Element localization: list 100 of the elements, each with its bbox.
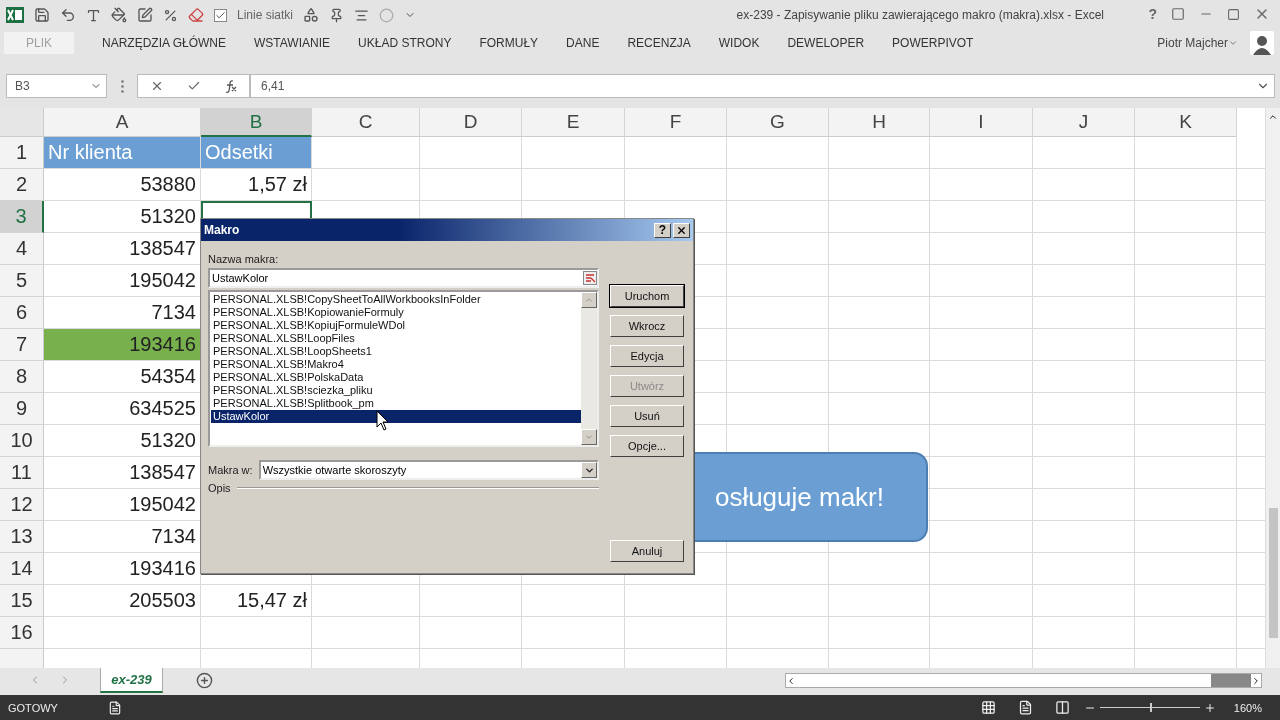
collapse-dialog-icon[interactable]: [583, 271, 597, 285]
column-header[interactable]: H: [829, 108, 930, 137]
scroll-up-icon[interactable]: [1268, 112, 1278, 122]
macro-record-icon[interactable]: [107, 700, 122, 715]
scrollbar-thumb[interactable]: [1211, 674, 1251, 687]
scrollbar-thumb[interactable]: [1268, 508, 1278, 638]
ribbon-tab[interactable]: FORMUŁY: [465, 31, 553, 54]
cancel-button[interactable]: Anuluj: [610, 540, 684, 562]
column-header[interactable]: I: [930, 108, 1033, 137]
save-icon[interactable]: [34, 7, 50, 23]
eraser-icon[interactable]: [188, 7, 204, 23]
table-cell[interactable]: 7134: [44, 297, 201, 329]
maximize-icon[interactable]: [1227, 7, 1240, 21]
row-header[interactable]: 2: [0, 169, 44, 201]
ribbon-tab[interactable]: UKŁAD STRONY: [344, 31, 466, 54]
dialog-button[interactable]: Uruchom: [610, 285, 684, 307]
column-header[interactable]: B: [201, 108, 312, 137]
function-icon[interactable]: [223, 79, 238, 93]
table-cell[interactable]: 193416: [44, 329, 201, 361]
undo-icon[interactable]: [60, 7, 76, 23]
help-button[interactable]: ?: [1148, 6, 1157, 22]
macro-list-item[interactable]: PERSONAL.XLSB!PolskaData: [211, 371, 581, 384]
row-header[interactable]: 1: [0, 137, 44, 169]
column-header[interactable]: K: [1135, 108, 1237, 137]
percent-icon[interactable]: [163, 7, 178, 23]
ribbon-tab[interactable]: RECENZJA: [613, 31, 705, 54]
column-header[interactable]: C: [312, 108, 420, 137]
horizontal-scrollbar[interactable]: [785, 673, 1262, 688]
row-header[interactable]: 16: [0, 617, 44, 649]
macro-list-item[interactable]: PERSONAL.XLSB!KopiujFormuleWDol: [211, 319, 581, 332]
row-header[interactable]: 13: [0, 521, 44, 553]
macro-list-item[interactable]: UstawKolor: [211, 410, 581, 423]
font-size-icon[interactable]: [86, 7, 101, 23]
dialog-button[interactable]: Opcje...: [610, 435, 684, 457]
table-cell[interactable]: 138547: [44, 233, 201, 265]
row-header[interactable]: 8: [0, 361, 44, 393]
column-header[interactable]: E: [522, 108, 625, 137]
normal-view-icon[interactable]: [980, 700, 996, 715]
macro-list-item[interactable]: PERSONAL.XLSB!Makro4: [211, 358, 581, 371]
zoom-level[interactable]: 160%: [1233, 701, 1262, 714]
user-name[interactable]: Piotr Majcher: [1157, 35, 1228, 50]
ribbon-tab[interactable]: NARZĘDZIA GŁÓWNE: [88, 31, 241, 54]
ribbon-tab[interactable]: WIDOK: [704, 31, 774, 54]
dialog-button[interactable]: Wkrocz: [610, 315, 684, 337]
shapes-icon[interactable]: [303, 7, 320, 23]
row-header[interactable]: 14: [0, 553, 44, 585]
align-center-icon[interactable]: [354, 7, 370, 23]
row-header[interactable]: 9: [0, 393, 44, 425]
table-cell[interactable]: 51320: [44, 425, 201, 457]
row-header[interactable]: 3: [0, 201, 44, 233]
add-sheet-icon[interactable]: [196, 672, 213, 689]
row-header[interactable]: 5: [0, 265, 44, 297]
row-header[interactable]: 4: [0, 233, 44, 265]
ribbon-display-icon[interactable]: [1171, 7, 1185, 21]
column-header[interactable]: G: [727, 108, 829, 137]
paint-bucket-icon[interactable]: [111, 7, 127, 23]
table-cell[interactable]: 51320: [44, 201, 201, 233]
table-cell[interactable]: 1,57 zł: [201, 169, 312, 201]
macro-list-item[interactable]: PERSONAL.XLSB!Splitbook_pm: [211, 397, 581, 410]
table-cell[interactable]: 53880: [44, 169, 201, 201]
macro-list-item[interactable]: PERSONAL.XLSB!LoopSheets1: [211, 345, 581, 358]
table-cell[interactable]: 15,47 zł: [201, 585, 312, 617]
column-header[interactable]: F: [625, 108, 727, 137]
table-cell[interactable]: 138547: [44, 457, 201, 489]
row-header[interactable]: 7: [0, 329, 44, 361]
formula-field[interactable]: 6,41: [250, 74, 1275, 98]
macros-in-dropdown[interactable]: Wszystkie otwarte skoroszyty: [258, 460, 599, 480]
ribbon-tab[interactable]: WSTAWIANIE: [240, 31, 345, 54]
scroll-right-icon[interactable]: [1251, 675, 1261, 686]
macro-list-item[interactable]: PERSONAL.XLSB!CopySheetToAllWorkbooksInFolder: [211, 293, 581, 306]
row-header[interactable]: 10: [0, 425, 44, 457]
border-icon[interactable]: [137, 7, 153, 23]
ribbon-tab[interactable]: DEWELOPER: [773, 31, 879, 54]
name-box[interactable]: B3: [6, 74, 107, 98]
row-header[interactable]: 12: [0, 489, 44, 521]
row-header[interactable]: 11: [0, 457, 44, 489]
ribbon-tab[interactable]: POWERPIVOT: [878, 31, 988, 54]
ribbon-tab[interactable]: DANE: [552, 31, 614, 54]
confirm-icon[interactable]: [186, 79, 201, 93]
table-cell[interactable]: 195042: [44, 265, 201, 297]
pin-icon[interactable]: [329, 7, 345, 23]
macro-list-item[interactable]: PERSONAL.XLSB!KopiowanieFormuly: [211, 306, 581, 319]
table-cell[interactable]: 634525: [44, 393, 201, 425]
vertical-scrollbar[interactable]: [1265, 108, 1280, 668]
macro-list-item[interactable]: PERSONAL.XLSB!LoopFiles: [211, 332, 581, 345]
page-layout-icon[interactable]: [1017, 700, 1033, 715]
page-break-icon[interactable]: [1054, 700, 1070, 715]
table-cell[interactable]: 54354: [44, 361, 201, 393]
scroll-left-icon[interactable]: [786, 675, 796, 686]
help-button[interactable]: ?: [654, 222, 671, 238]
dialog-button[interactable]: Usuń: [610, 405, 684, 427]
column-header[interactable]: J: [1033, 108, 1135, 137]
dialog-button[interactable]: Edycja: [610, 345, 684, 367]
table-cell[interactable]: 205503: [44, 585, 201, 617]
more-icon[interactable]: [120, 79, 124, 93]
zoom-slider-thumb[interactable]: [1149, 703, 1152, 712]
column-header[interactable]: A: [44, 108, 201, 137]
sheet-tab[interactable]: ex-239: [100, 668, 163, 693]
row-header[interactable]: 6: [0, 297, 44, 329]
table-cell[interactable]: 7134: [44, 521, 201, 553]
